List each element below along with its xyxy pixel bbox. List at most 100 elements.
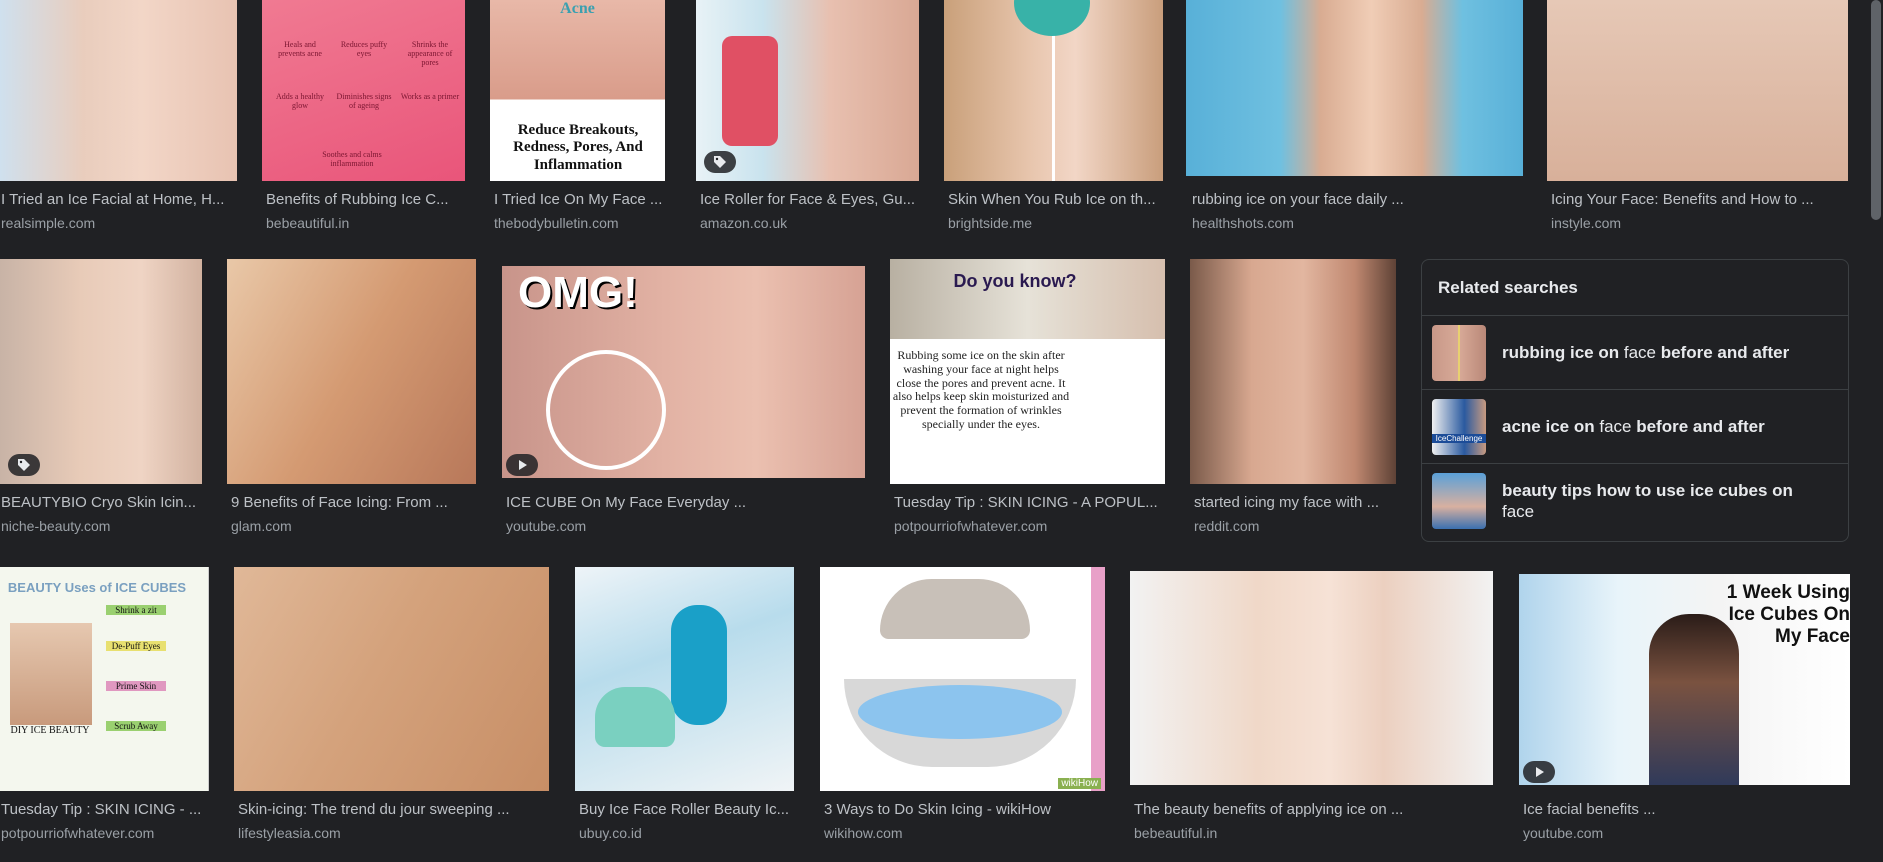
result-source: realsimple.com: [1, 215, 96, 231]
result-thumbnail[interactable]: 1 Week Using Ice Cubes On My Face: [1519, 574, 1850, 785]
result-title[interactable]: started icing my face with ...: [1194, 494, 1394, 511]
result-title[interactable]: 3 Ways to Do Skin Icing - wikiHow: [824, 801, 1104, 818]
overlay-heading: Acne: [560, 0, 595, 17]
image-result[interactable]: rubbing ice on your face daily ... healt…: [1186, 0, 1524, 235]
result-thumbnail[interactable]: OMG!: [502, 266, 865, 478]
image-result[interactable]: BEAUTY Uses of ICE CUBES Shrink a zit De…: [0, 567, 210, 857]
result-title[interactable]: 9 Benefits of Face Icing: From ...: [231, 494, 475, 511]
result-thumbnail[interactable]: [1190, 259, 1396, 484]
result-title[interactable]: rubbing ice on your face daily ...: [1192, 191, 1522, 208]
result-source: healthshots.com: [1192, 215, 1294, 231]
result-thumbnail[interactable]: [696, 0, 919, 181]
result-thumbnail[interactable]: [0, 0, 237, 181]
result-thumbnail[interactable]: BEAUTY Uses of ICE CUBES Shrink a zit De…: [0, 567, 209, 791]
overlay-text: Works as a primer: [400, 92, 460, 101]
result-title[interactable]: The beauty benefits of applying ice on .…: [1134, 801, 1492, 818]
image-result[interactable]: The beauty benefits of applying ice on .…: [1130, 567, 1494, 857]
result-source: wikihow.com: [824, 825, 903, 841]
image-result[interactable]: 1 Week Using Ice Cubes On My Face Ice fa…: [1519, 567, 1851, 857]
query-part: before and after: [1660, 343, 1790, 362]
result-title[interactable]: Ice facial benefits ...: [1523, 801, 1849, 818]
related-searches-panel: Related searches rubbing ice on face bef…: [1421, 259, 1849, 542]
result-thumbnail[interactable]: [234, 567, 549, 791]
overlay-text: Shrink a zit: [106, 605, 166, 616]
result-thumbnail[interactable]: wikiHow: [820, 567, 1105, 791]
result-source: potpourriofwhatever.com: [894, 518, 1048, 534]
result-title[interactable]: ICE CUBE On My Face Everyday ...: [506, 494, 864, 511]
result-title[interactable]: Benefits of Rubbing Ice C...: [266, 191, 464, 208]
overlay-text: Heals and prevents acne: [278, 40, 322, 59]
result-source: brightside.me: [948, 215, 1033, 231]
result-thumbnail[interactable]: [1130, 571, 1493, 785]
result-title[interactable]: I Tried Ice On My Face ...: [494, 191, 664, 208]
query-part: face: [1502, 502, 1535, 521]
image-result[interactable]: Skin-icing: The trend du jour sweeping .…: [234, 567, 550, 857]
related-search-text: rubbing ice on face before and after: [1502, 342, 1789, 363]
query-part: before and after: [1636, 417, 1765, 436]
result-title[interactable]: Skin-icing: The trend du jour sweeping .…: [238, 801, 548, 818]
image-result[interactable]: Do you know? Rubbing some ice on the ski…: [890, 259, 1166, 539]
result-thumbnail[interactable]: Do you know? Rubbing some ice on the ski…: [890, 259, 1165, 484]
result-title[interactable]: Tuesday Tip : SKIN ICING - ...: [1, 801, 205, 818]
image-result[interactable]: BEAUTYBIO Cryo Skin Icin... niche-beauty…: [0, 259, 204, 539]
result-source: youtube.com: [1523, 825, 1604, 841]
image-result[interactable]: I Tried an Ice Facial at Home, H... real…: [0, 0, 238, 235]
watermark: wikiHow: [1058, 777, 1101, 789]
result-thumbnail[interactable]: [944, 0, 1163, 181]
result-thumbnail[interactable]: [0, 259, 202, 484]
result-title[interactable]: I Tried an Ice Facial at Home, H...: [1, 191, 231, 208]
related-search-item[interactable]: IceChallenge acne ice on face before and…: [1422, 390, 1848, 464]
play-icon[interactable]: [506, 454, 538, 476]
result-thumbnail[interactable]: Acne Reduce Breakouts, Redness, Pores, A…: [490, 0, 665, 181]
result-source: glam.com: [231, 518, 292, 534]
query-part: acne ice on: [1502, 417, 1595, 436]
overlay-text: Scrub Away: [106, 721, 166, 732]
result-title[interactable]: Tuesday Tip : SKIN ICING - A POPUL...: [894, 494, 1164, 511]
play-icon[interactable]: [1523, 761, 1555, 783]
image-result[interactable]: Acne Reduce Breakouts, Redness, Pores, A…: [490, 0, 666, 235]
result-title[interactable]: Icing Your Face: Benefits and How to ...: [1551, 191, 1847, 208]
tag-icon[interactable]: [8, 454, 40, 476]
overlay-text: Prime Skin: [106, 681, 166, 692]
image-result[interactable]: OMG! ICE CUBE On My Face Everyday ... yo…: [502, 259, 866, 539]
image-result[interactable]: 9 Benefits of Face Icing: From ... glam.…: [227, 259, 477, 539]
image-result[interactable]: Buy Ice Face Roller Beauty Ic... ubuy.co…: [575, 567, 795, 857]
result-title[interactable]: Buy Ice Face Roller Beauty Ic...: [579, 801, 793, 818]
image-result[interactable]: started icing my face with ... reddit.co…: [1190, 259, 1398, 539]
overlay-heading: BEAUTY Uses of ICE CUBES: [7, 580, 187, 595]
result-title[interactable]: Skin When You Rub Ice on th...: [948, 191, 1162, 208]
result-source: niche-beauty.com: [1, 518, 111, 534]
result-thumbnail[interactable]: Heals and prevents acne Reduces puffy ey…: [262, 0, 465, 181]
image-result[interactable]: Ice Roller for Face & Eyes, Gu... amazon…: [696, 0, 920, 235]
related-search-item[interactable]: beauty tips how to use ice cubes on face: [1422, 464, 1848, 538]
related-thumbnail: IceChallenge: [1432, 398, 1486, 455]
result-source: ubuy.co.id: [579, 825, 642, 841]
result-thumbnail[interactable]: [227, 259, 476, 484]
result-title[interactable]: Ice Roller for Face & Eyes, Gu...: [700, 191, 918, 208]
image-result[interactable]: wikiHow 3 Ways to Do Skin Icing - wikiHo…: [820, 567, 1106, 857]
image-result[interactable]: Skin When You Rub Ice on th... brightsid…: [944, 0, 1164, 235]
result-source: amazon.co.uk: [700, 215, 788, 231]
query-part: beauty tips how to use ice cubes on: [1502, 481, 1793, 500]
image-result[interactable]: Heals and prevents acne Reduces puffy ey…: [262, 0, 466, 235]
overlay-text: Reduce Breakouts, Redness, Pores, And In…: [513, 122, 643, 173]
scrollbar[interactable]: [1871, 0, 1881, 220]
query-part: face: [1623, 343, 1656, 362]
overlay-text: Diminishes signs of ageing: [336, 92, 392, 111]
result-title[interactable]: BEAUTYBIO Cryo Skin Icin...: [1, 494, 199, 511]
result-source: bebeautiful.in: [1134, 825, 1218, 841]
query-part: rubbing ice on: [1502, 343, 1620, 362]
result-thumbnail[interactable]: [575, 567, 794, 791]
query-part: face: [1599, 417, 1632, 436]
result-thumbnail[interactable]: [1186, 0, 1523, 176]
image-result[interactable]: Icing Your Face: Benefits and How to ...…: [1547, 0, 1849, 235]
overlay-text: Soothes and calms inflammation: [322, 150, 382, 169]
related-search-item[interactable]: rubbing ice on face before and after: [1422, 316, 1848, 390]
related-searches-heading: Related searches: [1422, 260, 1848, 316]
related-search-text: acne ice on face before and after: [1502, 416, 1765, 437]
result-thumbnail[interactable]: [1547, 0, 1848, 181]
tag-icon[interactable]: [704, 151, 736, 173]
related-thumbnail-text: IceChallenge: [1432, 433, 1486, 443]
overlay-text: DIY ICE BEAUTY: [10, 725, 90, 736]
overlay-text: OMG!: [518, 268, 638, 317]
